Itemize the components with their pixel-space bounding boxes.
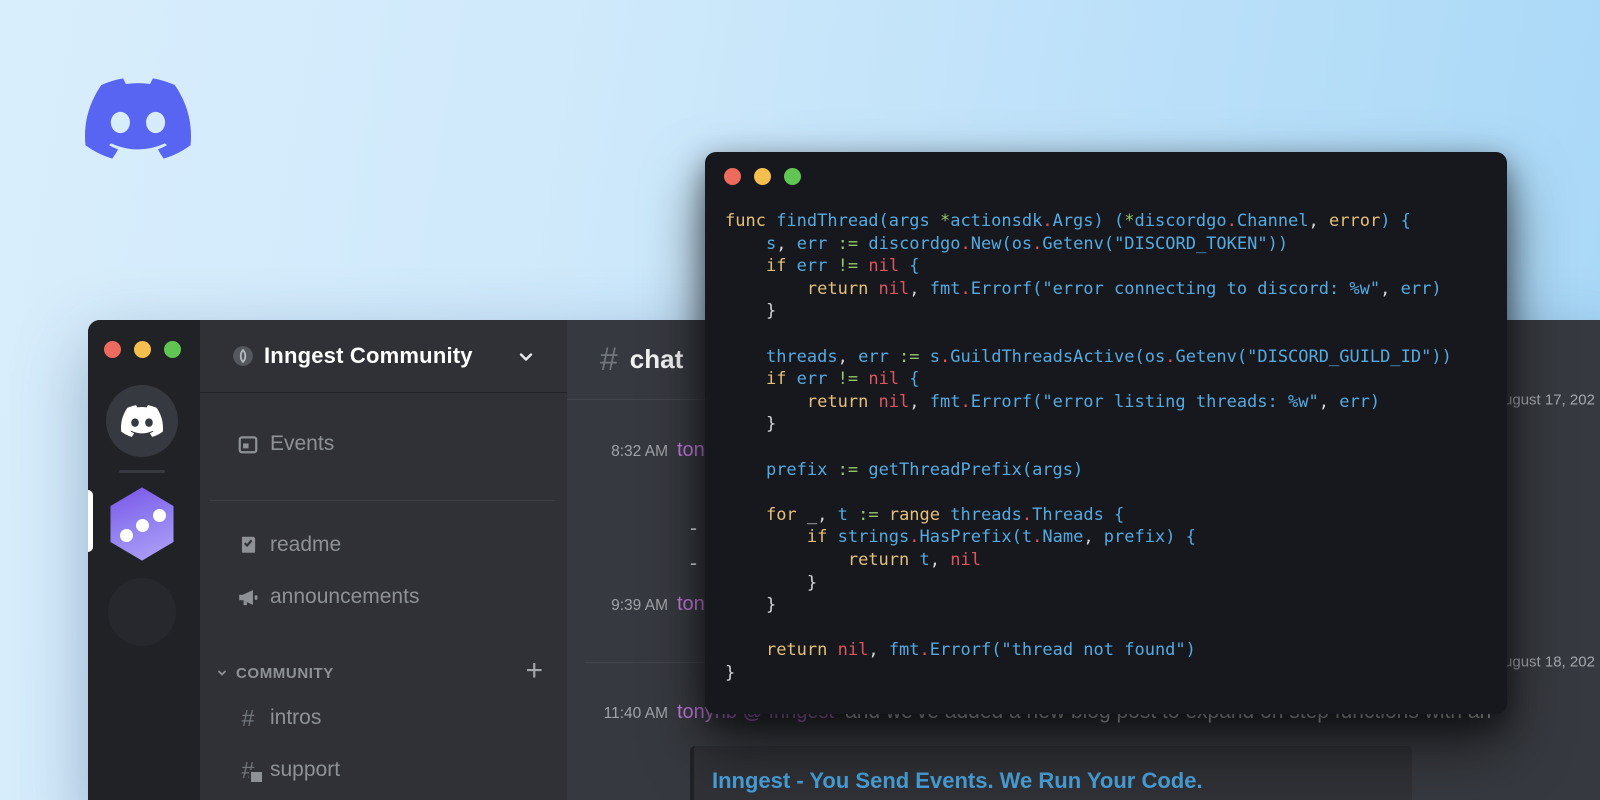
close-button[interactable] <box>724 168 741 185</box>
channel-title: chat <box>629 344 684 374</box>
rail-divider <box>119 470 165 473</box>
channel-label: support <box>270 758 341 781</box>
sidebar-item-support[interactable]: # support <box>200 755 567 785</box>
discord-home-button[interactable] <box>106 385 178 457</box>
hash-bubble-icon: # <box>236 757 264 784</box>
active-server-pill <box>88 490 93 552</box>
section-label: COMMUNITY <box>236 664 334 682</box>
discord-logo-icon <box>85 78 191 159</box>
create-channel-button[interactable]: + <box>525 654 543 688</box>
channel-sidebar: Inngest Community Events readme announce… <box>200 320 567 800</box>
server-button-partial[interactable] <box>108 578 176 646</box>
code-content: func findThread(args *actionsdk.Args) (*… <box>725 211 1452 683</box>
sidebar-item-announcements[interactable]: announcements <box>200 582 567 612</box>
timestamp: 9:39 AM <box>611 597 668 614</box>
inngest-server-button[interactable] <box>110 487 174 561</box>
server-badge-icon <box>233 346 253 366</box>
zoom-button[interactable] <box>164 341 181 358</box>
section-community[interactable]: COMMUNITY + <box>200 654 567 687</box>
channel-label: intros <box>270 706 322 729</box>
calendar-icon <box>236 432 260 456</box>
bullet-fragment: - <box>690 552 697 575</box>
hex-dot <box>152 509 166 523</box>
sidebar-divider <box>210 500 555 501</box>
book-check-icon <box>236 533 260 557</box>
server-rail <box>88 320 200 800</box>
window-controls <box>104 341 181 358</box>
hex-dot <box>120 528 134 542</box>
close-button[interactable] <box>104 341 121 358</box>
minimize-button[interactable] <box>754 168 771 185</box>
sidebar-item-events[interactable]: Events <box>200 429 567 459</box>
hex-dot <box>136 519 150 533</box>
megaphone-icon <box>236 585 260 609</box>
bullet-fragment: - <box>690 517 697 540</box>
channel-label: readme <box>270 533 342 556</box>
sidebar-item-intros[interactable]: # intros <box>200 703 567 733</box>
embed-title-link[interactable]: Inngest - You Send Events. We Run Your C… <box>712 768 1203 793</box>
window-controls <box>724 168 801 185</box>
channel-label: announcements <box>270 585 420 608</box>
chevron-down-icon[interactable] <box>515 346 537 368</box>
hash-icon: # <box>241 704 255 731</box>
hash-icon: # <box>600 341 618 377</box>
timestamp: 8:32 AM <box>611 443 668 460</box>
chevron-small-icon <box>218 670 226 676</box>
screenshot-canvas: Inngest Community Events readme announce… <box>0 0 1600 800</box>
minimize-button[interactable] <box>134 341 151 358</box>
sidebar-item-readme[interactable]: readme <box>200 530 567 560</box>
server-name: Inngest Community <box>264 343 473 368</box>
zoom-button[interactable] <box>784 168 801 185</box>
timestamp: 11:40 AM <box>603 705 668 722</box>
code-snippet-window: func findThread(args *actionsdk.Args) (*… <box>705 152 1507 714</box>
channel-label: Events <box>270 432 335 455</box>
link-embed: Inngest - You Send Events. We Run Your C… <box>690 746 1412 800</box>
home-discord-icon <box>121 405 163 437</box>
server-header[interactable]: Inngest Community <box>200 320 567 392</box>
